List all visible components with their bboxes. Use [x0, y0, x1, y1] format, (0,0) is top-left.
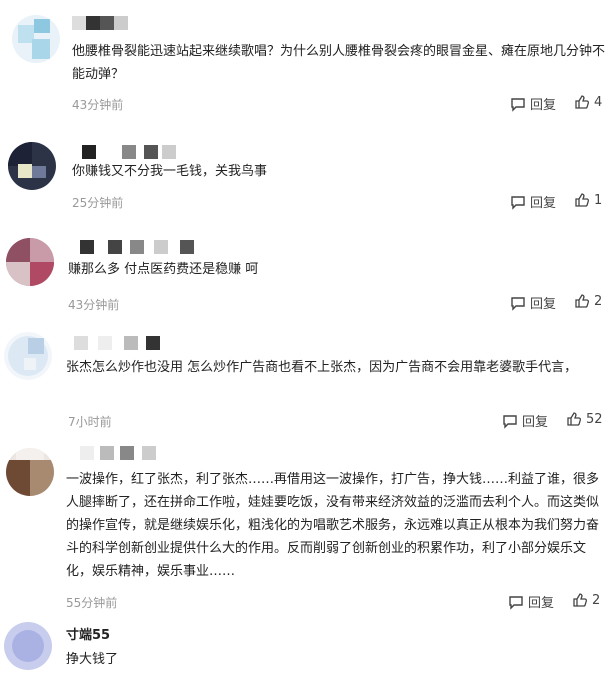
- like-button[interactable]: 52: [566, 411, 603, 427]
- thumbs-up-icon: [574, 192, 590, 208]
- comment-time: 25分钟前: [72, 196, 124, 210]
- reply-label: 回复: [522, 415, 549, 430]
- comment-icon: [508, 594, 524, 610]
- reply-button[interactable]: 回复: [510, 293, 556, 312]
- comment-icon: [502, 413, 518, 429]
- like-count: 52: [586, 411, 603, 427]
- like-button[interactable]: 2: [574, 293, 602, 309]
- avatar[interactable]: [4, 622, 52, 670]
- avatar[interactable]: [4, 332, 52, 380]
- username-mosaic[interactable]: [82, 145, 182, 159]
- comment-icon: [510, 96, 526, 112]
- like-button[interactable]: 1: [574, 192, 602, 208]
- username-mosaic[interactable]: [72, 16, 142, 30]
- reply-button[interactable]: 回复: [510, 192, 556, 211]
- like-button[interactable]: 2: [572, 592, 600, 608]
- thumbs-up-icon: [574, 94, 590, 110]
- reply-label: 回复: [530, 98, 557, 113]
- thumbs-up-icon: [574, 293, 590, 309]
- comment-text: 挣大钱了: [66, 652, 119, 667]
- comment-time: 43分钟前: [72, 98, 124, 112]
- avatar[interactable]: [6, 448, 54, 496]
- avatar[interactable]: [6, 238, 54, 286]
- comment-time: 55分钟前: [66, 596, 118, 610]
- comment-icon: [510, 194, 526, 210]
- comment-text: 赚那么多 付点医药费还是稳赚 呵: [68, 262, 259, 277]
- reply-button[interactable]: 回复: [510, 94, 556, 113]
- avatar[interactable]: [8, 142, 56, 190]
- like-button[interactable]: 4: [574, 94, 602, 110]
- reply-button[interactable]: 回复: [508, 592, 554, 611]
- like-count: 4: [594, 94, 603, 110]
- reply-label: 回复: [530, 196, 557, 211]
- username-mosaic[interactable]: [74, 336, 164, 350]
- comment-text: 一波操作，红了张杰，利了张杰……再借用这一波操作，打广告，挣大钱……利益了谁，很…: [66, 472, 600, 579]
- reply-button[interactable]: 回复: [502, 411, 548, 430]
- thumbs-up-icon: [572, 592, 588, 608]
- comment-time: 43分钟前: [68, 298, 120, 312]
- like-count: 1: [594, 192, 603, 208]
- username-mosaic[interactable]: [80, 446, 170, 460]
- avatar[interactable]: [12, 15, 60, 63]
- username-mosaic[interactable]: [80, 240, 200, 254]
- comment-text: 他腰椎骨裂能迅速站起来继续歌唱？为什么别人腰椎骨裂会疼的眼冒金星、瘫在原地几分钟…: [72, 44, 606, 82]
- like-count: 2: [592, 592, 601, 608]
- comment-time: 7小时前: [68, 415, 112, 429]
- comment-icon: [510, 295, 526, 311]
- like-count: 2: [594, 293, 603, 309]
- username[interactable]: 寸端55: [66, 624, 110, 643]
- comment-text: 张杰怎么炒作也没用 怎么炒作广告商也看不上张杰，因为广告商不会用靠老婆歌手代言，: [66, 360, 578, 375]
- comment-text: 你赚钱又不分我一毛钱，关我鸟事: [72, 164, 268, 179]
- reply-label: 回复: [530, 297, 557, 312]
- thumbs-up-icon: [566, 411, 582, 427]
- reply-label: 回复: [528, 596, 555, 611]
